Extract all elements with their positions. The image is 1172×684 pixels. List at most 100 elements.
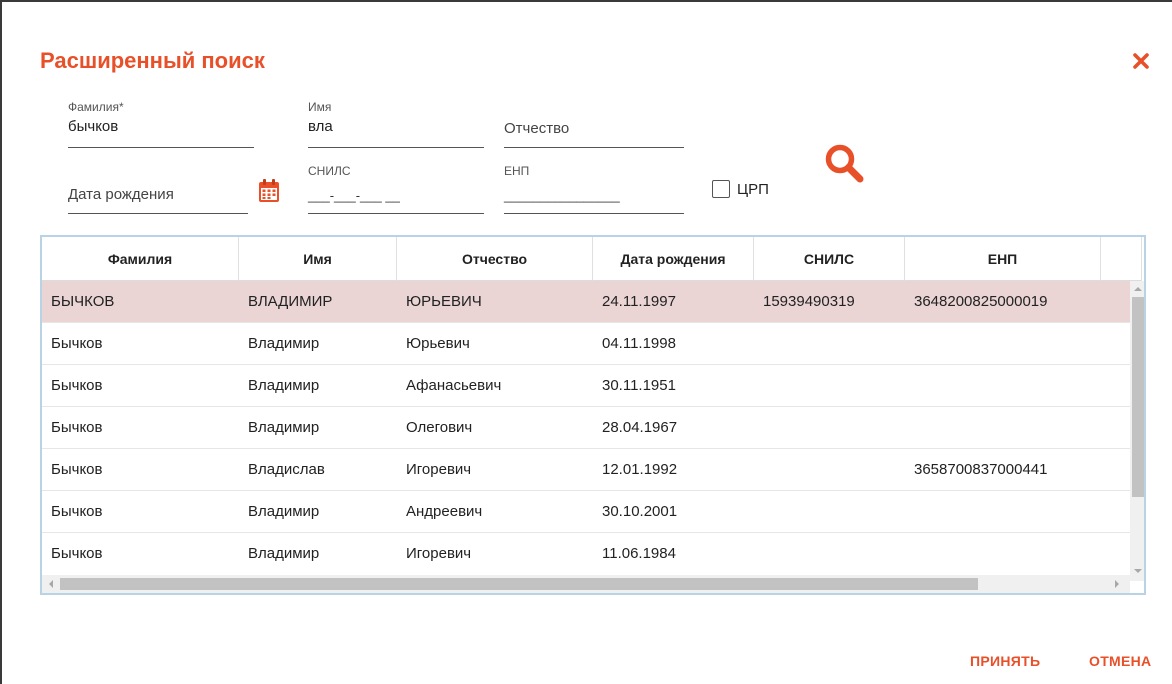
column-header[interactable]: ЕНП (905, 237, 1101, 281)
column-header[interactable]: Дата рождения (593, 237, 754, 281)
table-cell: 15939490319 (763, 293, 855, 310)
table-row[interactable]: Бычков Владислав Игоревич 12.01.1992 3658700… (42, 449, 1142, 491)
name-input[interactable]: вла (308, 118, 333, 135)
surname-field[interactable]: Фамилия* бычков (68, 100, 254, 148)
scroll-down-icon[interactable] (1133, 566, 1143, 576)
table-cell: Владимир (248, 503, 320, 520)
scroll-right-icon[interactable] (1112, 579, 1122, 589)
table-cell: 12.01.1992 (602, 461, 678, 478)
table-cell: Владимир (248, 545, 320, 562)
table-row[interactable]: Бычков Владимир Игоревич 11.06.1984 (42, 533, 1142, 569)
crp-checkbox[interactable]: ЦРП (712, 180, 769, 198)
table-cell: Бычков (51, 503, 103, 520)
table-cell: Бычков (51, 335, 103, 352)
table-cell: Бычков (51, 545, 103, 562)
search-button[interactable] (820, 140, 870, 190)
table-cell (905, 533, 1101, 569)
name-field[interactable]: Имя вла (308, 100, 484, 148)
table-cell: Бычков (51, 377, 103, 394)
name-underline (308, 147, 484, 148)
calendar-icon (259, 179, 279, 202)
scroll-left-icon[interactable] (46, 579, 56, 589)
table-row[interactable]: БЫЧКОВ ВЛАДИМИР ЮРЬЕВИЧ 24.11.1997 159394903… (42, 281, 1142, 323)
table-cell: 30.10.2001 (602, 503, 678, 520)
search-icon (825, 144, 864, 183)
horizontal-scrollbar[interactable] (42, 575, 1130, 593)
table-cell (754, 449, 905, 490)
snils-underline (308, 213, 484, 214)
table-cell (754, 533, 905, 569)
table-cell: ЮРЬЕВИЧ (406, 293, 482, 310)
enp-input[interactable]: ________________ (504, 188, 620, 203)
table-cell: Андреевич (406, 503, 483, 520)
results-table: Фамилия Имя Отчество Дата рождения СНИЛС ЕНП … (40, 235, 1146, 595)
table-cell (754, 407, 905, 448)
table-cell (905, 365, 1101, 406)
table-cell: Афанасьевич (406, 377, 502, 394)
advanced-search-dialog: Расширенный поиск Фамилия* бычков Имя вл… (0, 0, 1172, 684)
column-header-filler (1101, 237, 1142, 281)
column-header[interactable]: Имя (239, 237, 397, 281)
table-cell (905, 323, 1101, 364)
table-row[interactable]: Бычков Владимир Афанасьевич 30.11.1951 (42, 365, 1142, 407)
column-header[interactable]: Отчество (397, 237, 593, 281)
table-cell: 3648200825000019 (914, 293, 1048, 310)
accept-button[interactable]: ПРИНЯТЬ (970, 653, 1040, 669)
patronymic-field[interactable]: Отчество (504, 100, 684, 148)
table-body: БЫЧКОВ ВЛАДИМИР ЮРЬЕВИЧ 24.11.1997 159394903… (42, 281, 1142, 569)
enp-label: ЕНП (504, 164, 530, 178)
table-cell (754, 323, 905, 364)
birthdate-input[interactable]: Дата рождения (68, 186, 174, 203)
dialog-title: Расширенный поиск (40, 48, 265, 73)
patronymic-underline (504, 147, 684, 148)
surname-input[interactable]: бычков (68, 118, 118, 135)
crp-label: ЦРП (737, 180, 769, 198)
birthdate-underline (68, 213, 248, 214)
vertical-scrollbar[interactable] (1130, 281, 1144, 581)
close-button[interactable] (1130, 50, 1152, 72)
name-label: Имя (308, 100, 332, 114)
table-cell: 11.06.1984 (602, 545, 676, 562)
surname-label: Фамилия* (68, 100, 124, 114)
column-header[interactable]: СНИЛС (754, 237, 905, 281)
snils-field[interactable]: СНИЛС ___-___-___ __ (308, 164, 484, 214)
surname-underline (68, 147, 254, 148)
horizontal-scroll-thumb[interactable] (60, 578, 978, 590)
table-cell: 04.11.1998 (602, 335, 676, 352)
patronymic-input[interactable]: Отчество (504, 120, 569, 137)
table-cell: Владимир (248, 335, 320, 352)
table-cell: 24.11.1997 (602, 293, 676, 310)
table-cell: Бычков (51, 419, 103, 436)
snils-input[interactable]: ___-___-___ __ (308, 188, 400, 203)
column-header[interactable]: Фамилия (42, 237, 239, 281)
table-row[interactable]: Бычков Владимир Андреевич 30.10.2001 (42, 491, 1142, 533)
table-cell: ВЛАДИМИР (248, 293, 333, 310)
table-cell: 30.11.1951 (602, 377, 676, 394)
table-cell: 3658700837000441 (914, 461, 1048, 478)
table-cell (754, 491, 905, 532)
table-cell: БЫЧКОВ (51, 293, 115, 310)
enp-underline (504, 213, 684, 214)
table-cell: Игоревич (406, 461, 472, 478)
birthdate-field[interactable]: Дата рождения (68, 164, 248, 214)
vertical-scroll-thumb[interactable] (1132, 297, 1144, 497)
table-cell: Олегович (406, 419, 473, 436)
table-cell: 28.04.1967 (602, 419, 678, 436)
table-cell: Владимир (248, 377, 320, 394)
table-header: Фамилия Имя Отчество Дата рождения СНИЛС ЕНП (42, 237, 1142, 281)
table-cell: Юрьевич (406, 335, 470, 352)
table-row[interactable]: Бычков Владимир Юрьевич 04.11.1998 (42, 323, 1142, 365)
enp-field[interactable]: ЕНП ________________ (504, 164, 684, 214)
calendar-button[interactable] (258, 179, 280, 203)
table-cell (754, 365, 905, 406)
table-cell: Бычков (51, 461, 103, 478)
table-cell: Владислав (248, 461, 325, 478)
cancel-button[interactable]: ОТМЕНА (1089, 653, 1151, 669)
close-icon (1133, 53, 1149, 69)
table-cell: Владимир (248, 419, 320, 436)
snils-label: СНИЛС (308, 164, 351, 178)
scroll-up-icon[interactable] (1133, 284, 1143, 294)
table-cell: Игоревич (406, 545, 472, 562)
crp-checkbox-box[interactable] (712, 180, 730, 198)
table-row[interactable]: Бычков Владимир Олегович 28.04.1967 (42, 407, 1142, 449)
